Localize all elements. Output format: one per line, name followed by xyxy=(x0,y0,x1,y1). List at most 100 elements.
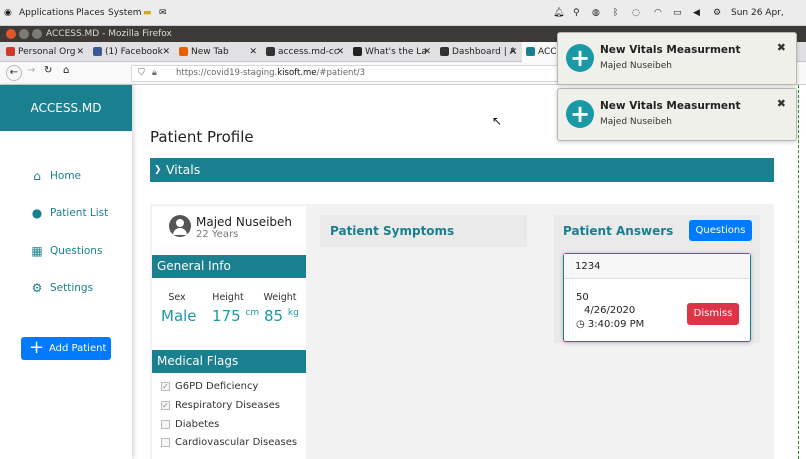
chevron-down-icon: ❯ xyxy=(154,165,162,175)
settings-gear-icon[interactable]: ⚙ xyxy=(713,0,721,26)
close-tab-icon[interactable]: ✕ xyxy=(509,42,517,62)
user-icon: ● xyxy=(31,206,43,220)
tab-favicon-icon xyxy=(526,47,535,56)
checkbox-checked[interactable]: ✓ xyxy=(161,401,170,410)
gear-icon: ⚙ xyxy=(31,281,43,295)
calendar-icon: ▦ xyxy=(31,244,43,258)
vitals-label: Vitals xyxy=(166,162,201,177)
sidebar-item-label: Patient List xyxy=(50,207,109,219)
discord-icon[interactable]: ◍ xyxy=(592,0,600,26)
answer-value: 50 xyxy=(576,292,589,303)
height-label: Height xyxy=(212,292,244,303)
dismiss-button[interactable]: Dismiss xyxy=(687,303,739,325)
browser-tab[interactable]: Dashboard | A ✕ xyxy=(436,42,521,62)
sidebar-item-label: Questions xyxy=(50,245,103,257)
browser-tab[interactable]: (1) Facebook ✕ xyxy=(89,42,174,62)
close-tab-icon[interactable]: ✕ xyxy=(162,42,170,62)
close-icon[interactable]: ✖ xyxy=(777,41,786,54)
close-tab-icon[interactable]: ✕ xyxy=(423,42,431,62)
url-host: kisoft.me xyxy=(277,68,317,78)
browser-tab[interactable]: New Tab ✕ xyxy=(175,42,261,62)
minimize-window-button[interactable] xyxy=(19,29,29,39)
sidebar-item-label: Settings xyxy=(50,282,94,294)
sidebar-item-patient-list[interactable]: ● Patient List xyxy=(30,203,109,223)
sidebar-item-home[interactable]: ⌂ Home xyxy=(30,166,81,186)
applications-menu[interactable]: Applications xyxy=(19,0,74,26)
height-value: 175 cm xyxy=(212,307,259,325)
tab-favicon-icon xyxy=(179,47,188,56)
flag-g6pd-checkbox[interactable]: ✓ G6PD Deficiency xyxy=(161,380,258,394)
patient-symptoms-header: Patient Symptoms xyxy=(320,215,527,247)
vitals-accordion[interactable]: ❯ Vitals xyxy=(150,158,774,182)
browser-tab[interactable]: access.md-cc ✕ xyxy=(262,42,348,62)
weight-label: Weight xyxy=(263,292,297,303)
bluetooth-icon[interactable]: ᛒ xyxy=(613,0,618,26)
ubuntu-logo-icon[interactable]: ◉ xyxy=(4,0,12,26)
lock-icon[interactable]: 🔒︎ xyxy=(152,66,157,81)
general-info-header: General Info xyxy=(152,255,306,278)
places-menu[interactable]: Places xyxy=(76,0,105,26)
close-window-button[interactable] xyxy=(6,29,16,39)
reload-icon[interactable]: ↻ xyxy=(44,65,52,76)
brand-logo[interactable]: ACCESS.MD xyxy=(0,85,132,131)
url-path: /#patient/3 xyxy=(316,68,366,78)
url-input[interactable]: ⛉ 🔒︎ https://covid19-staging.kisoft.me/#… xyxy=(131,65,581,82)
sidebar-item-settings[interactable]: ⚙ Settings xyxy=(30,278,93,298)
mail-icon[interactable]: ✉ xyxy=(159,0,167,26)
flag-label: G6PD Deficiency xyxy=(175,381,259,392)
close-tab-icon[interactable]: ✕ xyxy=(249,42,257,62)
volume-icon[interactable]: ◀ xyxy=(693,0,700,26)
answer-card-header: 1234 xyxy=(564,254,750,279)
browser-tab[interactable]: Personal Org ✕ xyxy=(2,42,88,62)
home-icon[interactable]: ⌂ xyxy=(63,65,69,76)
folder-icon[interactable]: ▬ xyxy=(143,0,152,26)
maximize-window-button[interactable] xyxy=(32,29,42,39)
flag-respiratory-checkbox[interactable]: ✓ Respiratory Diseases xyxy=(161,399,280,413)
intel-icon[interactable]: ◌ xyxy=(632,0,640,26)
plus-icon: + xyxy=(29,337,45,358)
notification-title: New Vitals Measurment xyxy=(600,100,741,112)
browser-tab[interactable]: What's the La ✕ xyxy=(349,42,435,62)
medical-plus-icon: + xyxy=(566,44,594,72)
medical-flags-header: Medical Flags xyxy=(152,350,306,373)
weight-unit: kg xyxy=(287,308,299,318)
url-prefix: https://covid19-staging. xyxy=(176,68,278,78)
tab-favicon-icon xyxy=(6,47,15,56)
flag-cardiovascular-checkbox[interactable]: Cardiovascular Diseases xyxy=(161,436,297,450)
tab-label: access.md-cc xyxy=(278,47,339,57)
checkbox-unchecked[interactable] xyxy=(161,438,170,447)
forward-icon[interactable]: → xyxy=(27,65,35,76)
system-menu[interactable]: System xyxy=(108,0,142,26)
shield-icon[interactable]: ⛉ xyxy=(138,66,145,81)
notification-toast[interactable]: + New Vitals Measurment Majed Nuseibeh ✖ xyxy=(557,32,797,85)
browser-tab[interactable]: ACCESS.M xyxy=(522,42,562,62)
back-icon[interactable]: ← xyxy=(6,65,22,81)
tab-favicon-icon xyxy=(353,47,362,56)
tab-label: New Tab xyxy=(191,47,229,57)
home-icon: ⌂ xyxy=(33,169,41,183)
answer-date: 4/26/2020 xyxy=(584,305,636,316)
notification-toast[interactable]: + New Vitals Measurment Majed Nuseibeh ✖ xyxy=(557,88,797,141)
close-tab-icon[interactable]: ✕ xyxy=(76,42,84,62)
sidebar-item-label: Home xyxy=(50,170,82,182)
patient-name: Majed Nuseibeh xyxy=(196,215,293,229)
checkbox-unchecked[interactable] xyxy=(161,420,170,429)
weight-number: 85 xyxy=(264,307,284,325)
page-title: Patient Profile xyxy=(150,128,254,146)
location-icon[interactable]: ⚲ xyxy=(573,0,580,26)
add-patient-button[interactable]: + Add Patient xyxy=(21,337,111,360)
close-tab-icon[interactable]: ✕ xyxy=(336,42,344,62)
battery-icon[interactable]: ▭ xyxy=(673,0,682,26)
clock-icon: ◷ xyxy=(576,319,585,330)
medical-plus-icon: + xyxy=(566,100,594,128)
top-panel: ◉ Applications Places System ▬ ✉ 🔔︎ ⚲ ◍ … xyxy=(0,0,806,44)
flag-diabetes-checkbox[interactable]: Diabetes xyxy=(161,418,219,432)
questions-button[interactable]: Questions xyxy=(689,220,752,241)
notification-bell-icon[interactable]: 🔔︎ xyxy=(553,0,564,26)
checkbox-checked[interactable]: ✓ xyxy=(161,382,170,391)
wifi-icon[interactable]: ◠ xyxy=(654,0,662,26)
clock[interactable]: Sun 26 Apr, 15:43 xyxy=(731,0,806,44)
sidebar-item-questions[interactable]: ▦ Questions xyxy=(30,241,102,261)
close-icon[interactable]: ✖ xyxy=(777,97,786,110)
flag-label: Cardiovascular Diseases xyxy=(175,437,298,448)
